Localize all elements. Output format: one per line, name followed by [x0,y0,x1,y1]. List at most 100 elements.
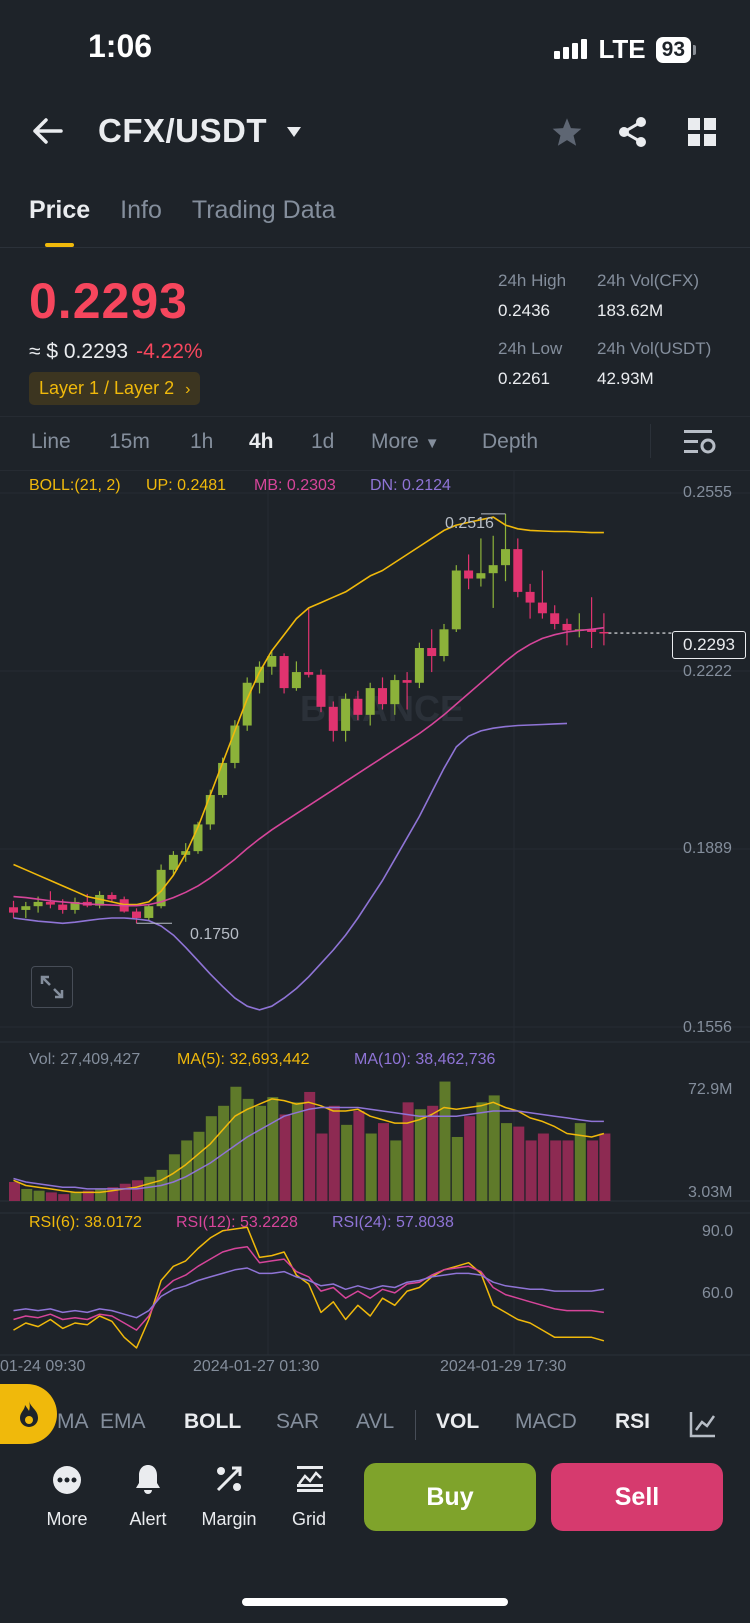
tab-price[interactable]: Price [29,196,90,225]
candle-body [537,602,547,614]
bell-icon[interactable] [134,1463,162,1495]
indicator-macd[interactable]: MACD [515,1410,577,1434]
high-price-marker: 0.2516 [445,515,494,532]
candle-body [144,906,154,918]
stat-high-value: 0.2436 [498,301,550,320]
volume-bar [476,1102,488,1201]
volume-bar [390,1140,402,1201]
quick-action-button[interactable] [0,1384,57,1444]
volume-bar [550,1140,562,1201]
interval-1d[interactable]: 1d [311,430,334,454]
category-tag-label: Layer 1 / Layer 2 [39,378,175,398]
more-icon[interactable] [52,1465,82,1495]
expand-icon [40,975,64,999]
volume-bar [501,1123,512,1201]
indicator-boll[interactable]: BOLL [184,1410,241,1434]
action-margin-label[interactable]: Margin [184,1509,274,1530]
volume-bar [132,1180,143,1201]
volume-bar [328,1105,340,1201]
volume-bar [427,1105,439,1201]
candle-body [525,591,535,603]
back-arrow-icon[interactable] [32,117,64,145]
indicator-rsi[interactable]: RSI [615,1410,650,1434]
interval-15m[interactable]: 15m [109,430,150,454]
boll-label: BOLL:(21, 2) [29,477,121,494]
stat-vol-usdt-value: 42.93M [597,369,654,388]
status-time: 1:06 [88,28,153,64]
fullscreen-button[interactable] [31,966,73,1008]
rsi6-value: RSI(6): 38.0172 [29,1214,142,1231]
chart-settings-icon[interactable] [684,428,716,458]
time-axis-label: 2024-01-27 01:30 [193,1358,320,1375]
candle-body [365,688,375,715]
tab-trading-data[interactable]: Trading Data [192,196,336,225]
indicator-sar[interactable]: SAR [276,1410,319,1434]
layout-grid-icon[interactable] [688,118,716,146]
price-chart[interactable]: BINANCE [0,471,750,1371]
candle-body [316,674,326,707]
candle-body [427,648,437,657]
volume-bar [70,1192,82,1201]
candle-body [501,549,510,566]
stat-low-value: 0.2261 [498,369,550,388]
volume-bar [537,1133,549,1201]
indicator-avl[interactable]: AVL [356,1410,394,1434]
indicator-vol[interactable]: VOL [436,1410,479,1434]
sell-button[interactable]: Sell [551,1463,723,1531]
buy-button[interactable]: Buy [364,1463,536,1531]
volume-bar [451,1136,463,1201]
volume-bar [378,1123,389,1201]
candle-body [107,894,117,900]
candle-body [378,688,387,705]
action-more-label[interactable]: More [22,1509,112,1530]
network-label: LTE [598,34,646,64]
margin-icon[interactable] [214,1464,244,1494]
stat-vol-usdt-label: 24h Vol(USDT) [597,339,712,358]
candle-body [45,901,55,905]
pair-dropdown-icon[interactable] [286,126,302,138]
category-tag[interactable]: Layer 1 / Layer 2 › [29,372,201,405]
favorite-star-icon[interactable] [551,117,583,147]
candle-body [291,672,301,689]
candle-body [439,629,449,657]
interval-more[interactable]: More ▼ [371,430,440,454]
volume-bar [181,1140,193,1201]
rsi-axis-label: 60.0 [702,1285,734,1302]
stat-high-label: 24h High [498,271,567,290]
low-price-marker: 0.1750 [190,926,239,943]
indicator-ema[interactable]: EMA [100,1410,146,1434]
indicator-ma[interactable]: MA [57,1410,89,1434]
interval-more-label: More [371,430,419,453]
candle-body [328,706,338,731]
volume-bar [230,1086,242,1201]
interval-4h[interactable]: 4h [249,430,274,454]
action-grid-label[interactable]: Grid [264,1509,354,1530]
candle-body [451,570,461,630]
price-change: -4.22% [136,340,203,363]
volume-bar [414,1109,426,1201]
candle-body [218,762,228,796]
interval-1h[interactable]: 1h [190,430,213,454]
grid-bot-icon[interactable] [296,1464,324,1494]
volume-bar [33,1190,45,1201]
boll-up-value: UP: 0.2481 [146,477,227,494]
caret-down-icon: ▼ [424,435,440,452]
vol-axis-label: 72.9M [688,1081,733,1098]
interval-line[interactable]: Line [31,430,71,454]
volume-bar [205,1116,217,1201]
pair-title[interactable]: CFX/USDT [98,112,267,150]
page-tabs: Price Info Trading Data [29,196,335,225]
candle-body [33,901,43,907]
action-alert-label[interactable]: Alert [103,1509,193,1530]
candle-body [402,680,412,683]
stat-vol-cfx-value: 183.62M [597,301,664,320]
indicator-settings-icon[interactable] [689,1410,717,1438]
interval-depth[interactable]: Depth [482,430,538,454]
volume-bar [316,1133,328,1201]
share-icon[interactable] [617,116,649,148]
volume-bar [402,1102,414,1201]
candle-body [353,698,363,715]
tab-info[interactable]: Info [120,196,162,225]
status-indicators: LTE 93 [554,34,696,65]
candle-body [513,549,523,592]
